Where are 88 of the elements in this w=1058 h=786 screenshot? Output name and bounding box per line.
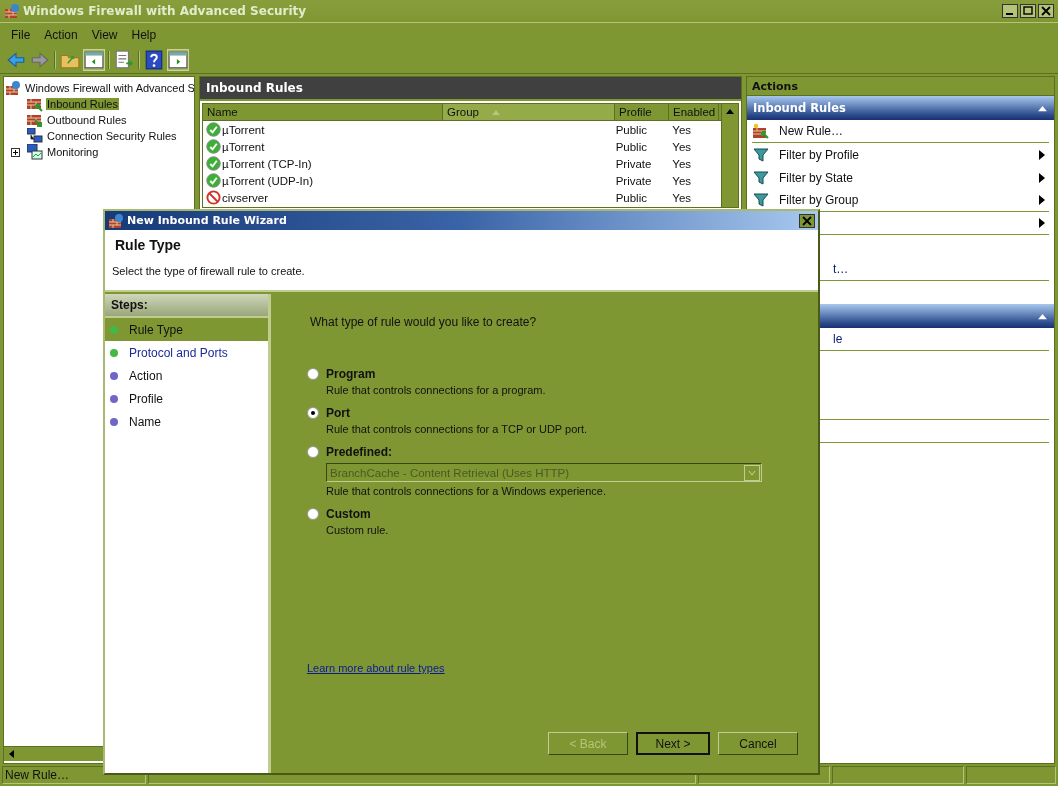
- option-description: Rule that controls connections for a program.: [325, 384, 547, 396]
- table-cell: Public: [615, 123, 647, 136]
- new-rule-icon: [753, 123, 769, 139]
- submenu-arrow-icon[interactable]: [1039, 218, 1045, 228]
- page-subtitle: Select the type of firewall rule to create.: [112, 265, 306, 277]
- table-cell: Public: [615, 191, 647, 204]
- menu-item[interactable]: Action: [37, 28, 85, 42]
- table-cell: civserver: [222, 191, 268, 204]
- step-item[interactable]: Action: [105, 364, 268, 387]
- task-link[interactable]: Filter by Group: [779, 193, 859, 207]
- export-list-icon[interactable]: [114, 50, 134, 70]
- option-description: Rule that controls connections for a TCP or UDP port.: [325, 423, 589, 435]
- collapse-icon[interactable]: [1037, 104, 1048, 112]
- option-description: Rule that controls connections for a Windows experience.: [325, 485, 608, 497]
- step-item[interactable]: Rule Type: [105, 318, 268, 341]
- table-cell: µTorrent (UDP-In): [222, 174, 313, 187]
- menu-item[interactable]: View: [84, 28, 125, 42]
- option-label[interactable]: Port: [326, 406, 350, 420]
- tree-item[interactable]: Monitoring: [46, 146, 100, 158]
- monitor-icon: [27, 144, 43, 160]
- window-title: Windows Firewall with Advanced Security: [23, 4, 307, 18]
- tree-item[interactable]: Inbound Rules: [46, 98, 119, 110]
- table-cell: Private: [615, 174, 652, 187]
- brick-wall-icon: [27, 112, 43, 128]
- help-icon[interactable]: [144, 50, 164, 70]
- step-item[interactable]: Name: [105, 410, 268, 433]
- pane-title: Actions: [752, 79, 798, 93]
- minimize-icon[interactable]: [1002, 4, 1018, 18]
- help-link[interactable]: Learn more about rule types: [307, 662, 445, 674]
- close-icon[interactable]: [799, 213, 815, 228]
- submenu-arrow-icon[interactable]: [1039, 172, 1045, 183]
- option-description: Custom rule.: [325, 524, 390, 536]
- step-item[interactable]: Profile: [105, 387, 268, 410]
- table-cell: Yes: [672, 191, 692, 204]
- table-cell: µTorrent: [222, 123, 265, 136]
- tree-item[interactable]: Windows Firewall with Advanced S: [24, 82, 194, 94]
- section-header[interactable]: Inbound Rules: [747, 96, 1054, 120]
- pane-title: Inbound Rules: [206, 81, 303, 95]
- steps-title: Steps:: [111, 298, 148, 312]
- task-link[interactable]: New Rule…: [779, 124, 844, 138]
- table-cell: Yes: [672, 123, 692, 136]
- submenu-arrow-icon[interactable]: [1039, 195, 1045, 205]
- dialog-button[interactable]: Next >: [636, 732, 710, 755]
- expand-icon[interactable]: [11, 147, 20, 157]
- table-cell: Yes: [672, 140, 692, 153]
- task-link[interactable]: Filter by Profile: [779, 147, 860, 162]
- table-cell: Public: [615, 140, 647, 153]
- scrollbar[interactable]: [721, 104, 738, 207]
- dialog-button[interactable]: Cancel: [718, 732, 798, 755]
- menu-item[interactable]: File: [4, 28, 38, 42]
- menu-item[interactable]: Help: [124, 28, 164, 42]
- radio-button[interactable]: [307, 508, 319, 520]
- tree-item[interactable]: Outbound Rules: [46, 114, 128, 126]
- task-link[interactable]: Filter by State: [779, 170, 854, 185]
- radio-button[interactable]: [307, 368, 319, 380]
- filter-icon: [753, 169, 769, 186]
- computers-icon: [27, 128, 43, 144]
- maximize-icon[interactable]: [1020, 4, 1036, 18]
- table-cell: µTorrent: [222, 140, 265, 153]
- pane-icon[interactable]: [168, 50, 188, 70]
- pane-icon[interactable]: [84, 50, 104, 70]
- section-title: Inbound Rules: [753, 101, 846, 115]
- brick-wall-icon: [27, 96, 43, 112]
- table-cell: Yes: [672, 157, 692, 170]
- page-heading: Rule Type: [114, 237, 182, 253]
- option-label[interactable]: Custom: [326, 507, 371, 521]
- column-header[interactable]: Enabled: [669, 104, 719, 120]
- firewall-icon: [5, 80, 21, 96]
- option-label[interactable]: Predefined:: [326, 445, 392, 459]
- firewall-icon: [4, 3, 20, 19]
- step-item[interactable]: Protocol and Ports: [105, 341, 268, 364]
- column-header[interactable]: Group: [443, 104, 615, 120]
- radio-button[interactable]: [307, 446, 319, 458]
- dialog-title: New Inbound Rule Wizard: [127, 214, 287, 227]
- option-label[interactable]: Program: [326, 367, 376, 381]
- close-icon[interactable]: [1038, 4, 1054, 18]
- column-header[interactable]: Profile: [615, 104, 669, 120]
- collapse-icon[interactable]: [1037, 312, 1048, 320]
- tree-item[interactable]: Connection Security Rules: [46, 130, 178, 142]
- table-cell: Yes: [672, 174, 692, 187]
- question-text: What type of rule would you like to create?: [310, 315, 538, 329]
- filter-icon: [753, 146, 769, 163]
- firewall-icon: [108, 212, 124, 229]
- sort-arrow-icon: [490, 109, 501, 115]
- table-cell: Private: [615, 157, 652, 170]
- table-cell: µTorrent (TCP-In): [222, 157, 312, 170]
- radio-button[interactable]: [307, 407, 319, 419]
- submenu-arrow-icon[interactable]: [1039, 149, 1045, 160]
